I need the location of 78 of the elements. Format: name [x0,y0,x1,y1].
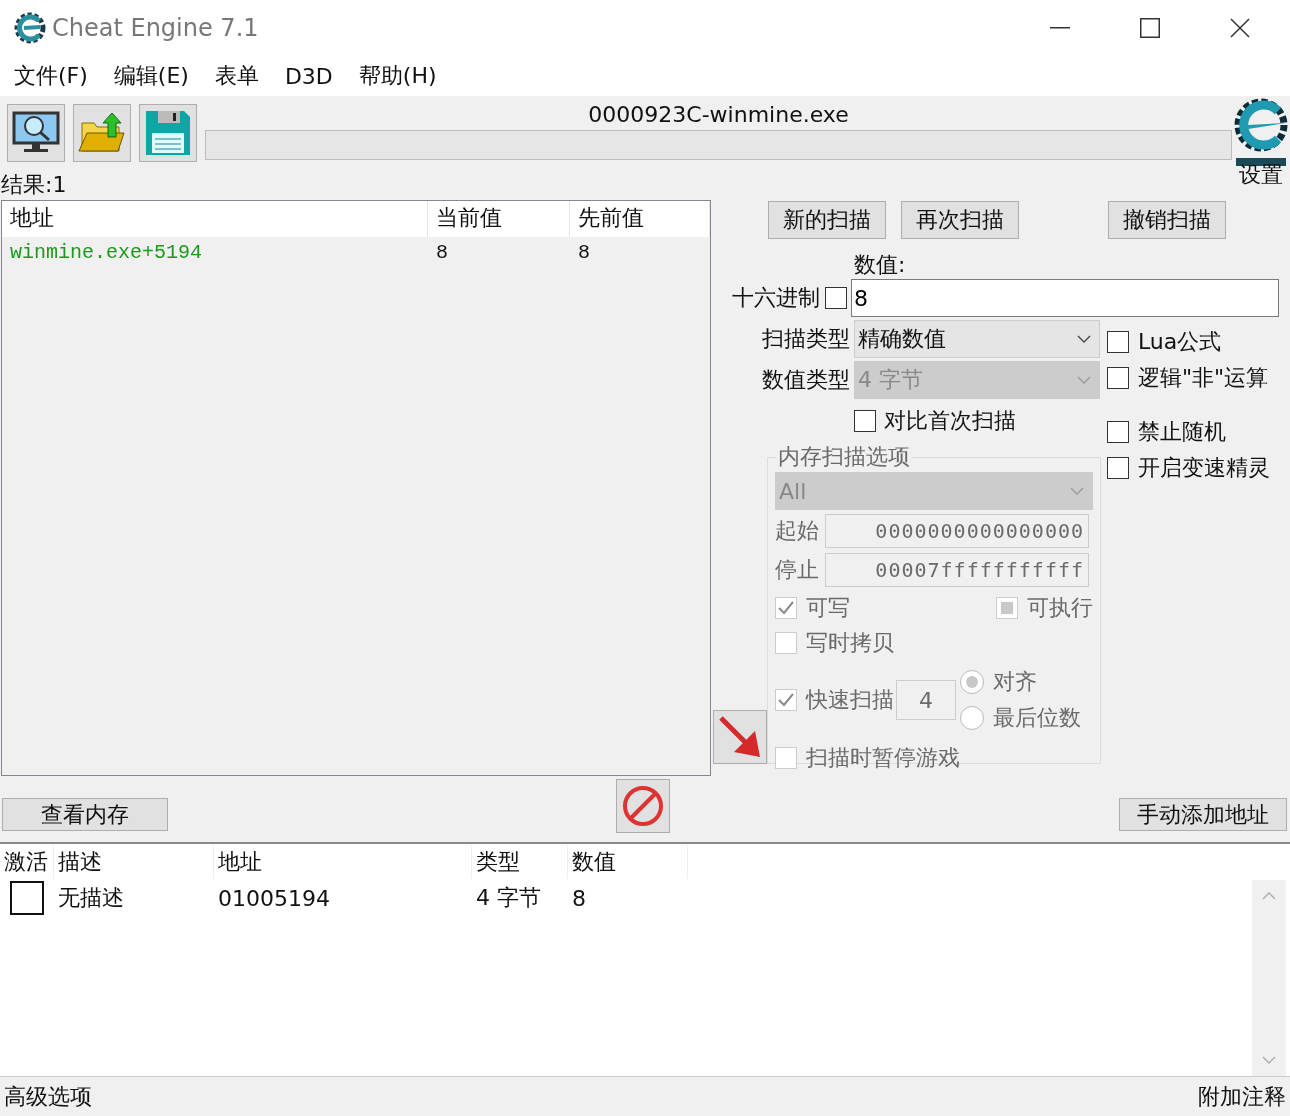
arrow-down-right-icon [718,715,762,759]
checkbox[interactable] [1107,367,1129,389]
scroll-up-icon[interactable] [1262,892,1276,900]
checkbox-label: 扫描时暂停游戏 [806,743,960,772]
view-memory-button[interactable]: 查看内存 [2,798,168,831]
add-address-button[interactable]: 手动添加地址 [1119,798,1287,831]
checkbox-label: 可执行 [1027,593,1093,622]
column-header[interactable]: 先前值 [570,201,710,237]
column-header[interactable]: 数值 [568,845,688,879]
arrow-button[interactable] [713,710,767,764]
table-cell-text: 4 字节 [475,884,542,912]
field-label: 起始 [775,516,819,545]
checkbox[interactable] [825,287,847,309]
maximize-icon[interactable] [1140,18,1160,38]
scan-button[interactable]: 新的扫描 [768,201,886,239]
checkbox[interactable] [854,410,876,432]
hex-label: 十六进制 [731,284,820,312]
settings-label[interactable]: 设置 [1239,162,1283,188]
checkbox[interactable] [1107,421,1129,443]
checkbox-label: 可写 [806,593,850,622]
column-header[interactable]: 当前值 [428,201,570,237]
comments-link[interactable]: 附加注释 [1198,1081,1286,1112]
radio-label: 最后位数 [993,704,1081,732]
value-input[interactable]: 8 [851,279,1279,317]
checkbox-label: 逻辑"非"运算 [1138,364,1269,392]
results-count: 结果:1 [0,171,68,199]
table-cell-text: 8 [435,240,449,264]
dropdown[interactable]: 精确数值 [854,319,1100,358]
field-label: 数值类型 [761,365,851,394]
table-cell-text: 8 [571,885,587,911]
open-button[interactable] [73,104,131,162]
checkbox[interactable] [1107,457,1129,479]
menu-item[interactable]: D3D [284,63,333,89]
minimize-icon[interactable] [1050,27,1070,29]
column-header[interactable]: 地址 [2,201,428,237]
window-title: Cheat Engine 7.1 [52,14,259,42]
checkbox-label: 快速扫描 [806,686,894,714]
checkbox-label: 写时拷贝 [806,628,894,657]
process-name: 0000923C-winmine.exe [588,102,849,128]
scroll-down-icon[interactable] [1262,1056,1276,1064]
value-label: 数值: [854,252,907,278]
menu-item[interactable]: 编辑(E) [113,61,189,91]
table-cell-text: 无描述 [57,884,125,912]
chevron-down-icon [1077,334,1091,343]
app-logo-icon [14,12,46,44]
process-list-button[interactable] [7,104,65,162]
prohibited-icon [621,784,665,828]
scan-button[interactable]: 撤销扫描 [1108,201,1226,239]
scrollbar[interactable] [1252,880,1286,1076]
chevron-down-icon [1070,487,1084,495]
group-title: 内存扫描选项 [777,443,911,471]
table-cell-text: 01005194 [217,885,331,911]
field-label: 扫描类型 [761,324,851,353]
column-header[interactable]: 类型 [472,845,568,879]
checkbox[interactable] [1107,331,1129,353]
close-icon[interactable] [1230,18,1250,38]
column-header[interactable]: 描述 [54,845,214,879]
checkbox-label: 开启变速精灵 [1138,454,1270,482]
advanced-options-link[interactable]: 高级选项 [4,1081,92,1112]
menu-item[interactable]: 帮助(H) [358,61,437,91]
stop-button[interactable] [616,779,670,833]
menu-item[interactable]: 表单 [214,61,259,91]
folder-arrow-icon [78,111,126,155]
checkbox[interactable] [10,881,44,915]
monitor-magnifier-icon [12,111,60,155]
column-header[interactable]: 激活 [0,845,54,879]
chevron-down-icon [1077,375,1091,384]
checkbox-label: 禁止随机 [1138,418,1226,446]
field-label: 停止 [775,555,819,584]
menu-item[interactable]: 文件(F) [14,61,88,91]
column-header[interactable]: 地址 [214,845,472,879]
checkbox-label: Lua公式 [1138,328,1222,356]
table-cell-text: 8 [577,240,591,264]
save-button[interactable] [139,104,197,162]
radio-label: 对齐 [993,668,1037,696]
checkbox-label: 对比首次扫描 [884,407,1016,435]
table-cell-text: winmine.exe+5194 [9,240,204,264]
scan-button[interactable]: 再次扫描 [901,201,1019,239]
